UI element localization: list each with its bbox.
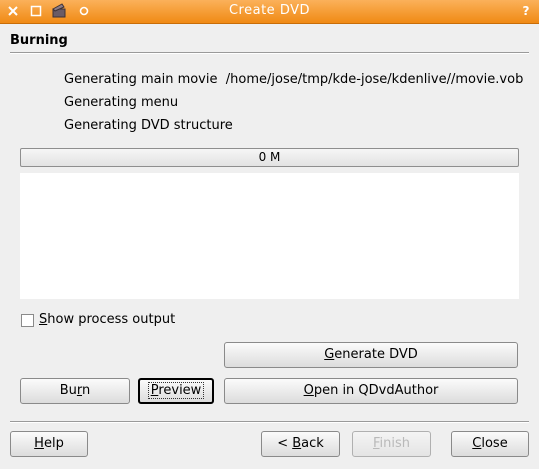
progress-text: 0 M <box>258 150 281 164</box>
help-icon[interactable]: ? <box>518 3 534 19</box>
step-main-movie: Generating main movie /home/jose/tmp/kde… <box>64 72 523 87</box>
generate-dvd-button[interactable]: Generate DVD <box>224 342 518 368</box>
burn-button[interactable]: Burn <box>20 378 130 404</box>
finish-button: Finish <box>352 431 431 457</box>
step-menu: Generating menu <box>64 95 179 110</box>
preview-button[interactable]: Preview <box>138 378 214 404</box>
close-button[interactable]: Close <box>451 431 529 457</box>
show-process-output-checkbox[interactable] <box>21 314 34 327</box>
show-process-output-label[interactable]: Show process output <box>39 312 175 327</box>
process-output-area[interactable] <box>20 173 519 299</box>
progress-bar: 0 M <box>20 148 519 167</box>
step-main-movie-label: Generating main movie <box>64 72 218 87</box>
step-main-movie-path: /home/jose/tmp/kde-jose/kdenlive//movie.… <box>225 72 524 87</box>
title-bar[interactable]: Create DVD ? <box>0 0 539 24</box>
footer-divider <box>10 421 529 423</box>
window-title: Create DVD <box>228 3 310 18</box>
section-divider <box>10 52 529 54</box>
section-title: Burning <box>10 33 68 48</box>
step-dvd-structure: Generating DVD structure <box>64 118 233 133</box>
open-in-qdvdauthor-button[interactable]: Open in QDvdAuthor <box>224 378 518 404</box>
create-dvd-dialog: Create DVD ? Burning Generating main mov… <box>0 0 539 469</box>
back-button[interactable]: < Back <box>261 431 340 457</box>
help-button[interactable]: Help <box>10 431 88 457</box>
